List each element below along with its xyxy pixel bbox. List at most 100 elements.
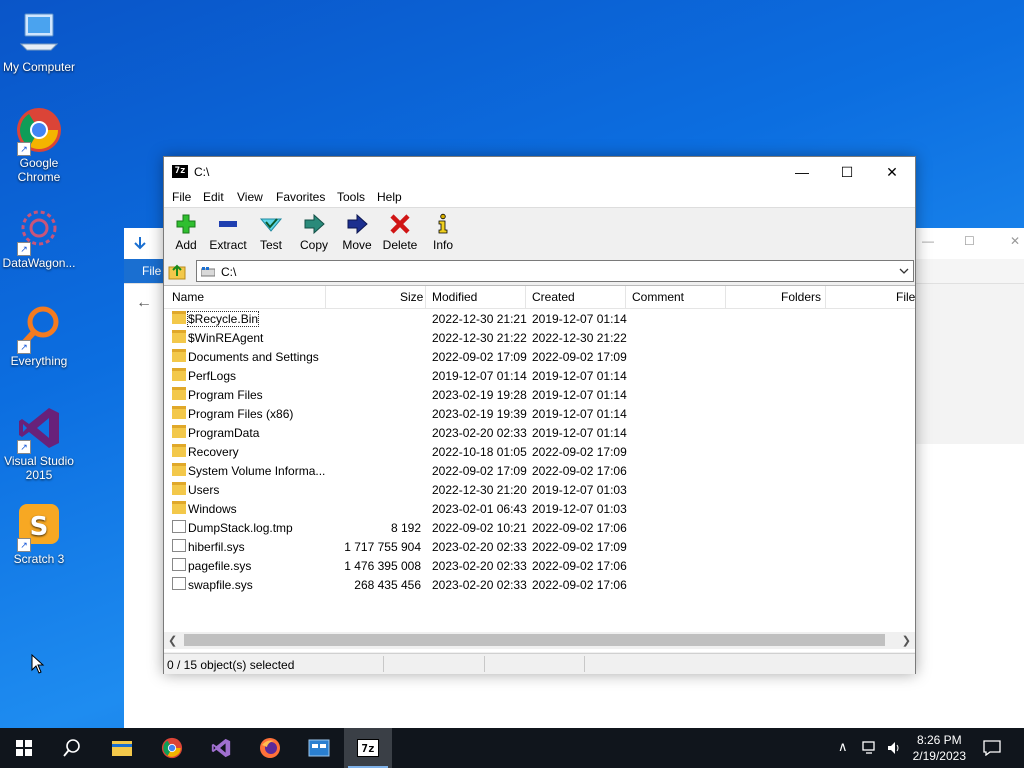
col-created[interactable]: Created — [532, 290, 575, 304]
explorer-close-icon[interactable]: ✕ — [1010, 234, 1020, 248]
menu-favorites[interactable]: Favorites — [276, 190, 325, 204]
desktop-icon-label: Google Chrome — [17, 156, 61, 184]
scroll-right-icon[interactable]: ❯ — [902, 634, 911, 647]
delete-button[interactable]: Delete — [378, 211, 422, 255]
file-modified: 2023-02-20 02:33 — [432, 426, 527, 440]
extract-button[interactable]: Extract — [206, 211, 250, 255]
chevron-down-icon[interactable] — [899, 265, 909, 275]
taskbar-chrome[interactable] — [148, 728, 196, 768]
shortcut-arrow-icon: ↗ — [17, 242, 31, 256]
taskbar: 7z ∧ 8:26 PM 2/19/2023 — [0, 728, 1024, 768]
folder-icon — [172, 463, 186, 476]
status-bar: 0 / 15 object(s) selected — [164, 653, 915, 674]
test-button[interactable]: Test — [249, 211, 293, 255]
horizontal-scrollbar[interactable]: ❮ ❯ — [164, 632, 915, 649]
table-row[interactable]: $WinREAgent 2022-12-30 21:22 2022-12-30 21… — [164, 328, 915, 347]
desktop-icon-my-computer[interactable]: My Computer — [0, 10, 78, 74]
table-row[interactable]: swapfile.sys 268 435 456 2023-02-20 02:33 2… — [164, 575, 915, 594]
table-row[interactable]: DumpStack.log.tmp 8 192 2022-09-02 10:21 20… — [164, 518, 915, 537]
folder-icon — [172, 368, 186, 381]
title-bar[interactable]: 7z C:\ — ☐ ✕ — [164, 157, 915, 187]
desktop-icon-scratch[interactable]: S ↗ Scratch 3 — [0, 502, 78, 566]
file-explorer-icon — [112, 741, 132, 756]
taskbar-firefox[interactable] — [246, 728, 294, 768]
close-button[interactable]: ✕ — [869, 157, 915, 187]
table-row[interactable]: Users 2022-12-30 21:20 2019-12-07 01:03 — [164, 480, 915, 499]
file-created: 2019-12-07 01:14 — [532, 426, 627, 440]
menu-edit[interactable]: Edit — [203, 190, 224, 204]
folder-up-icon[interactable] — [168, 262, 186, 280]
computer-icon — [15, 10, 63, 58]
col-files[interactable]: File — [896, 290, 915, 304]
menu-file[interactable]: File — [172, 190, 191, 204]
col-folders[interactable]: Folders — [781, 290, 821, 304]
table-row[interactable]: hiberfil.sys 1 717 755 904 2023-02-20 02:3… — [164, 537, 915, 556]
col-size[interactable]: Size — [400, 290, 423, 304]
notification-center-icon[interactable] — [983, 740, 1001, 756]
file-modified: 2022-12-30 21:22 — [432, 331, 527, 345]
menu-view[interactable]: View — [237, 190, 263, 204]
scrollbar-thumb[interactable] — [184, 634, 885, 646]
info-button[interactable]: Info — [421, 211, 465, 255]
network-icon[interactable] — [862, 740, 878, 756]
table-row[interactable]: Program Files 2023-02-19 19:28 2019-12-07 … — [164, 385, 915, 404]
status-selected: 0 / 15 object(s) selected — [167, 658, 295, 672]
table-row[interactable]: Program Files (x86) 2023-02-19 19:39 2019-… — [164, 404, 915, 423]
file-name: pagefile.sys — [188, 559, 252, 573]
file-modified: 2023-02-19 19:28 — [432, 388, 527, 402]
explorer-file-tab[interactable]: File — [124, 259, 166, 283]
copy-button[interactable]: Copy — [292, 211, 336, 255]
menu-help[interactable]: Help — [377, 190, 402, 204]
file-modified: 2019-12-07 01:14 — [432, 369, 527, 383]
info-icon — [431, 213, 455, 235]
tray-chevron-icon[interactable]: ∧ — [838, 739, 848, 755]
maximize-button[interactable]: ☐ — [824, 157, 870, 187]
move-button[interactable]: Move — [335, 211, 379, 255]
taskbar-search-button[interactable] — [48, 728, 96, 768]
search-icon — [63, 739, 80, 757]
add-button[interactable]: Add — [164, 211, 208, 255]
col-comment[interactable]: Comment — [632, 290, 684, 304]
volume-icon[interactable] — [886, 740, 902, 756]
table-row[interactable]: pagefile.sys 1 476 395 008 2023-02-20 02:3… — [164, 556, 915, 575]
table-row[interactable]: Documents and Settings 2022-09-02 17:09 20… — [164, 347, 915, 366]
start-button[interactable] — [0, 728, 48, 768]
minimize-button[interactable]: — — [779, 157, 825, 187]
file-list[interactable]: Name Size Modified Created Comment Folde… — [164, 285, 915, 652]
path-combobox[interactable]: C:\ — [196, 260, 914, 282]
file-name: $WinREAgent — [188, 331, 264, 345]
taskbar-7zip[interactable]: 7z — [344, 728, 392, 768]
table-row[interactable]: PerfLogs 2019-12-07 01:14 2019-12-07 01:14 — [164, 366, 915, 385]
table-row[interactable]: System Volume Informa... 2022-09-02 17:09… — [164, 461, 915, 480]
file-name: System Volume Informa... — [188, 464, 326, 478]
address-bar: C:\ — [164, 259, 915, 283]
table-row[interactable]: $Recycle.Bin 2022-12-30 21:21 2019-12-07 0… — [164, 309, 915, 328]
file-icon — [172, 539, 186, 552]
desktop-icon-visual-studio[interactable]: ↗ Visual Studio 2015 — [0, 404, 78, 482]
file-rows: $Recycle.Bin 2022-12-30 21:21 2019-12-07 0… — [164, 309, 915, 594]
col-name[interactable]: Name — [172, 290, 204, 304]
col-modified[interactable]: Modified — [432, 290, 477, 304]
explorer-maximize-icon[interactable]: ☐ — [964, 234, 975, 248]
7zip-window[interactable]: 7z C:\ — ☐ ✕ File Edit View Favorites To… — [163, 156, 916, 674]
desktop-icon-datawagon[interactable]: ↗ DataWagon... — [0, 206, 78, 270]
taskbar-clock[interactable]: 8:26 PM 2/19/2023 — [913, 732, 966, 764]
desktop-icon-google-chrome[interactable]: ↗ Google Chrome — [0, 106, 78, 184]
copy-icon — [302, 213, 326, 235]
explorer-minimize-icon[interactable]: — — [922, 234, 934, 248]
taskbar-visual-studio[interactable] — [197, 728, 245, 768]
scroll-left-icon[interactable]: ❮ — [168, 634, 177, 647]
menu-tools[interactable]: Tools — [337, 190, 365, 204]
file-name: hiberfil.sys — [188, 540, 245, 554]
file-icon — [172, 577, 186, 590]
file-created: 2022-09-02 17:09 — [532, 350, 627, 364]
taskbar-file-explorer[interactable] — [98, 728, 146, 768]
visual-studio-icon: ↗ — [15, 404, 63, 454]
table-row[interactable]: Windows 2023-02-01 06:43 2019-12-07 01:03 — [164, 499, 915, 518]
desktop-icon-everything[interactable]: ↗ Everything — [0, 304, 78, 368]
taskbar-app-window[interactable] — [295, 728, 343, 768]
file-created: 2022-09-02 17:06 — [532, 559, 627, 573]
table-row[interactable]: Recovery 2022-10-18 01:05 2022-09-02 17:09 — [164, 442, 915, 461]
table-row[interactable]: ProgramData 2023-02-20 02:33 2019-12-07 01… — [164, 423, 915, 442]
back-arrow-icon[interactable]: ← — [136, 294, 152, 312]
